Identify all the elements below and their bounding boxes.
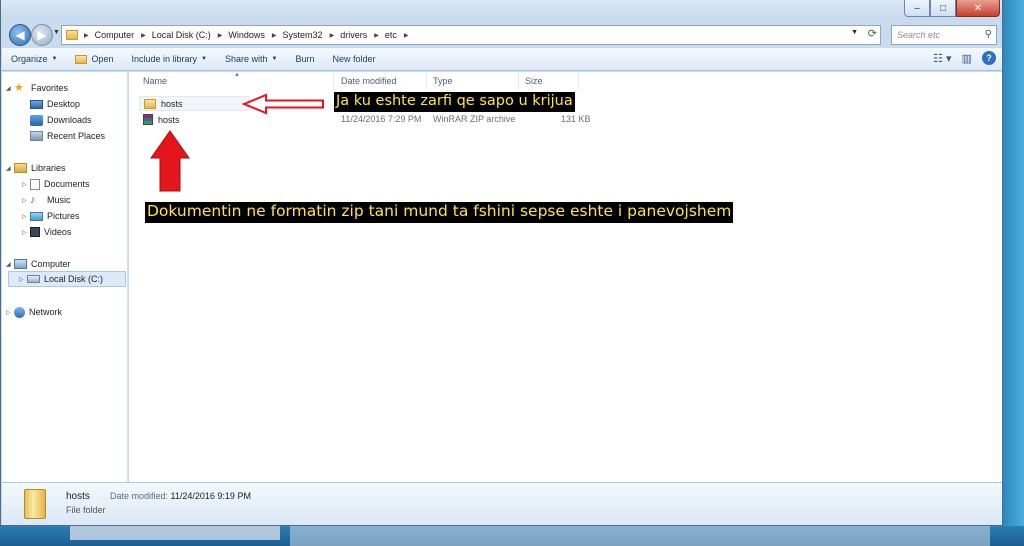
- arrow-up-icon: [150, 130, 190, 192]
- annotation-arrows: [150, 93, 324, 192]
- details-modified: Date modified: 11/24/2016 9:19 PM: [110, 491, 251, 501]
- background-window-2: [290, 526, 990, 546]
- annotation-callout-zip: Dokumentin ne formatin zip tani mund ta …: [145, 202, 734, 223]
- details-modified-value: 11/24/2016 9:19 PM: [170, 491, 251, 501]
- details-modified-label: Date modified:: [110, 491, 169, 501]
- details-type: File folder: [66, 505, 106, 515]
- folder-icon: [24, 489, 46, 519]
- explorer-window: – □ ✕ ◀ ▶ ▼ ▶ Computer ▶ Local Disk (C:)…: [0, 0, 1003, 526]
- details-name: hosts: [66, 491, 90, 502]
- desktop-background-edge: [1001, 0, 1024, 546]
- annotation-callout-folder: Ja ku eshte zarfi qe sapo u krijua: [334, 92, 575, 112]
- background-window: [70, 526, 280, 540]
- arrow-left-icon: [241, 93, 324, 115]
- details-pane: hosts File folder Date modified: 11/24/2…: [2, 482, 1002, 525]
